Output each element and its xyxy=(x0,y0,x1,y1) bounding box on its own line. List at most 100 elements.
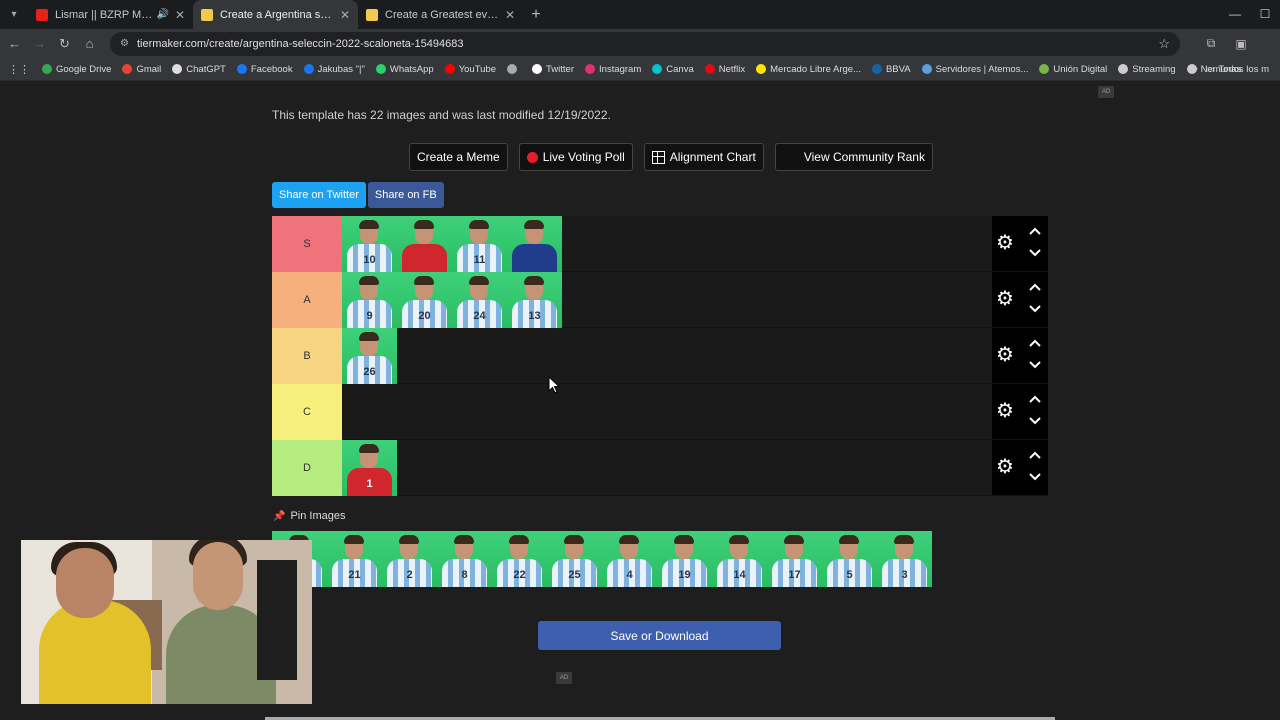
bookmark-item[interactable]: Facebook xyxy=(236,64,293,75)
bookmark-item[interactable] xyxy=(507,64,521,75)
bookmark-star-icon[interactable]: ☆ xyxy=(1158,36,1170,52)
reload-icon[interactable]: ↻ xyxy=(52,36,77,52)
back-icon[interactable]: ← xyxy=(2,36,27,51)
player-image[interactable]: 11 xyxy=(452,216,507,272)
close-tab-icon[interactable]: ✕ xyxy=(340,8,350,22)
move-down-icon[interactable] xyxy=(1028,248,1042,258)
player-image[interactable]: 26 xyxy=(342,328,397,384)
tier-drop-zone[interactable]: 9 20 24 13 xyxy=(342,272,992,328)
gear-icon[interactable]: ⚙ xyxy=(996,401,1016,421)
tier-label[interactable]: A xyxy=(272,272,342,328)
all-bookmarks-folder[interactable]: ▭ Todos los m xyxy=(1205,64,1269,75)
browser-tab[interactable]: Create a Greatest ever Argentin ✕ xyxy=(358,0,523,29)
move-down-icon[interactable] xyxy=(1028,416,1042,426)
move-up-icon[interactable] xyxy=(1028,282,1042,292)
player-image[interactable]: 14 xyxy=(712,531,767,587)
player-image[interactable]: 4 xyxy=(602,531,657,587)
player-image[interactable]: 3 xyxy=(877,531,932,587)
move-up-icon[interactable] xyxy=(1028,450,1042,460)
close-tab-icon[interactable]: ✕ xyxy=(505,8,515,22)
share-fb-button[interactable]: Share on FB xyxy=(367,182,444,208)
bookmark-item[interactable]: Jakubas "|" xyxy=(303,64,365,75)
player-image[interactable]: 22 xyxy=(492,531,547,587)
gear-icon[interactable]: ⚙ xyxy=(996,345,1016,365)
move-up-icon[interactable] xyxy=(1028,394,1042,404)
create-meme-button[interactable]: Create a Meme xyxy=(409,143,508,171)
player-image[interactable]: 5 xyxy=(822,531,877,587)
player-image[interactable]: 24 xyxy=(452,272,507,328)
player-image[interactable]: 8 xyxy=(437,531,492,587)
browser-toolbar: ← → ↻ ⌂ ⚙ tiermaker.com/create/argentina… xyxy=(0,29,1280,58)
tier-label[interactable]: S xyxy=(272,216,342,272)
tier-label[interactable]: B xyxy=(272,328,342,384)
bookmark-item[interactable]: Mercado Libre Arge... xyxy=(756,64,861,75)
tier-drop-zone[interactable]: 26 xyxy=(342,328,992,384)
bookmark-item[interactable]: YouTube xyxy=(444,64,496,75)
player-image[interactable]: 19 xyxy=(657,531,712,587)
move-up-icon[interactable] xyxy=(1028,226,1042,236)
more-bookmarks-icon[interactable]: » xyxy=(1192,63,1198,75)
bookmark-item[interactable]: Servidores | Atemos... xyxy=(921,64,1028,75)
move-down-icon[interactable] xyxy=(1028,472,1042,482)
tier-drop-zone[interactable] xyxy=(342,384,992,439)
player-image[interactable] xyxy=(507,216,562,272)
player-image[interactable]: 21 xyxy=(327,531,382,587)
player-image[interactable]: 10 xyxy=(342,216,397,272)
home-icon[interactable]: ⌂ xyxy=(77,36,102,51)
bookmark-item[interactable]: Unión Digital xyxy=(1039,64,1107,75)
player-image[interactable]: 13 xyxy=(507,272,562,328)
tier-label[interactable]: C xyxy=(272,384,342,440)
address-bar[interactable]: ⚙ tiermaker.com/create/argentina-selecci… xyxy=(110,31,1180,56)
sidebar-icon[interactable]: ▣ xyxy=(1226,37,1256,51)
bookmark-item[interactable]: WhatsApp xyxy=(375,64,434,75)
apps-grid-icon[interactable]: ⋮⋮ xyxy=(8,63,30,76)
bookmark-label: Instagram xyxy=(599,63,642,75)
player-image[interactable] xyxy=(397,216,452,272)
bookmark-item[interactable]: Twitter xyxy=(532,64,574,75)
bookmark-item[interactable]: Gmail xyxy=(122,64,161,75)
forward-icon[interactable]: → xyxy=(27,36,52,51)
bookmark-item[interactable]: ChatGPT xyxy=(172,64,226,75)
player-image[interactable]: 2 xyxy=(382,531,437,587)
bookmark-label: Mercado Libre Arge... xyxy=(770,63,861,75)
site-info-icon[interactable]: ⚙ xyxy=(120,38,129,49)
browser-tab[interactable]: Lismar || BZRP Music Sessio 🔊 ✕ xyxy=(28,0,193,29)
gear-icon[interactable]: ⚙ xyxy=(996,289,1016,309)
player-image[interactable]: 17 xyxy=(767,531,822,587)
bookmark-favicon-icon xyxy=(585,64,596,74)
move-up-icon[interactable] xyxy=(1028,338,1042,348)
community-rank-button[interactable]: View Community Rank xyxy=(774,143,933,171)
tier-drop-zone[interactable]: 10 11 xyxy=(342,216,992,272)
tab-search-icon[interactable]: ▾ xyxy=(0,0,28,29)
player-image[interactable]: 9 xyxy=(342,272,397,328)
player-image[interactable]: 25 xyxy=(547,531,602,587)
bookmark-item[interactable]: Instagram xyxy=(585,64,641,75)
maximize-icon[interactable]: ☐ xyxy=(1250,0,1280,29)
browser-tab[interactable]: Create a Argentina selección 20 ✕ xyxy=(193,0,358,29)
bookmark-item[interactable]: BBVA xyxy=(871,64,911,75)
minimize-icon[interactable]: — xyxy=(1220,0,1250,29)
share-twitter-button[interactable]: Share on Twitter xyxy=(272,182,366,208)
move-down-icon[interactable] xyxy=(1028,304,1042,314)
tier-label[interactable]: D xyxy=(272,440,342,496)
gear-icon[interactable]: ⚙ xyxy=(996,457,1016,477)
audio-playing-icon[interactable]: 🔊 xyxy=(156,9,168,20)
save-download-button[interactable]: Save or Download xyxy=(538,621,781,650)
tier-drop-zone[interactable]: 1 xyxy=(342,440,992,496)
bookmark-item[interactable]: Netflix xyxy=(704,64,745,75)
player-image[interactable]: 1 xyxy=(342,440,397,496)
close-tab-icon[interactable]: ✕ xyxy=(175,8,185,22)
new-tab-button[interactable]: + xyxy=(523,0,549,29)
bookmark-item[interactable]: Streaming xyxy=(1118,64,1176,75)
alignment-chart-button[interactable]: Alignment Chart xyxy=(643,143,764,171)
move-down-icon[interactable] xyxy=(1028,360,1042,370)
gear-icon[interactable]: ⚙ xyxy=(996,233,1016,253)
tier-controls: ⚙ xyxy=(992,440,1048,495)
bookmark-item[interactable]: Canva xyxy=(652,64,694,75)
live-voting-poll-button[interactable]: Live Voting Poll xyxy=(518,143,633,171)
bookmark-item[interactable]: Google Drive xyxy=(42,64,111,75)
tab-title: Lismar || BZRP Music Sessio xyxy=(55,8,153,21)
extensions-icon[interactable]: ⧉ xyxy=(1196,36,1226,51)
player-image[interactable]: 20 xyxy=(397,272,452,328)
pin-images-toggle[interactable]: 📌 Pin Images xyxy=(273,510,345,522)
